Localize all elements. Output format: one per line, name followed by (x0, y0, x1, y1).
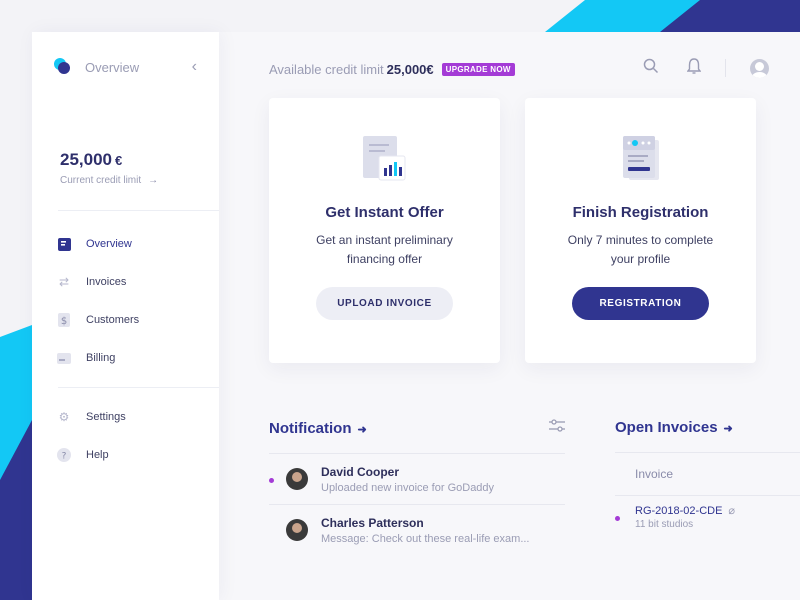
svg-text:?: ? (62, 452, 67, 462)
sidebar-item-customers[interactable]: $ Customers (32, 301, 219, 339)
svg-text:$: $ (61, 316, 67, 327)
credit-amount: 25,000 € (60, 150, 123, 169)
list-item[interactable]: David Cooper Uploaded new invoice for Go… (269, 454, 565, 505)
user-avatar[interactable] (750, 58, 769, 78)
help-icon: ? (57, 448, 71, 462)
sidebar-item-overview[interactable]: Overview (32, 225, 219, 263)
divider (725, 59, 726, 77)
invoice-id: RG-2018-02-CDE (635, 505, 723, 517)
unread-dot (615, 516, 620, 521)
main-nav: Overview ⇄ Invoices $ Customers Billing (32, 225, 219, 474)
sidebar-item-billing[interactable]: Billing (32, 339, 219, 377)
invoice-chart-icon (361, 136, 409, 184)
document-icon (57, 237, 71, 251)
invoice-column-header[interactable]: Invoice (615, 452, 800, 496)
sender-name: Charles Patterson (321, 515, 424, 530)
app-window: Overview ‹ 25,000 € Current credit limit →… (32, 32, 800, 600)
sender-name: David Cooper (321, 464, 400, 479)
open-invoices-section: Open Invoices ➜ Invoice RG-2018-02-CDE ⌀ 1… (615, 419, 800, 538)
sidebar-item-settings[interactable]: ⚙ Settings (32, 398, 219, 436)
notification-section: Notification ➜ David Cooper Uploaded new … (269, 419, 565, 555)
sidebar: Overview ‹ 25,000 € Current credit limit →… (32, 32, 219, 600)
arrow-right-icon: ➜ (723, 423, 733, 435)
card-text: Only 7 minutes to complete your profile (567, 233, 714, 266)
upgrade-badge[interactable]: UPGRADE NOW (441, 62, 515, 76)
logo-icon (54, 58, 72, 76)
notification-message: Message: Check out these real-life exam.… (321, 532, 530, 545)
table-row[interactable]: RG-2018-02-CDE ⌀ 11 bit studios (615, 496, 800, 538)
nav-divider (58, 387, 219, 388)
notification-title[interactable]: Notification ➜ (269, 420, 367, 437)
credit-limit-summary: 25,000 € Current credit limit → (58, 102, 219, 211)
unread-dot (269, 478, 274, 483)
avatar (286, 468, 308, 490)
sidebar-header: Overview ‹ (32, 32, 219, 102)
profile-form-icon (617, 136, 665, 184)
arrow-right-icon: ➜ (357, 424, 367, 436)
registration-button[interactable]: REGISTRATION (572, 287, 709, 320)
gear-icon: ⚙ (58, 410, 70, 424)
collapse-chevron-icon[interactable]: ‹ (192, 58, 197, 76)
credit-limit-link[interactable]: Current credit limit → (60, 175, 191, 186)
top-actions (615, 58, 769, 78)
sidebar-item-invoices[interactable]: ⇄ Invoices (32, 263, 219, 301)
finish-registration-card: Finish Registration Only 7 minutes to co… (525, 98, 756, 363)
swap-arrows-icon: ⇄ (58, 275, 70, 289)
list-item[interactable]: Charles Patterson Message: Check out the… (269, 505, 565, 555)
arrow-right-icon: → (148, 175, 159, 186)
invoice-company: 11 bit studios (635, 519, 694, 530)
card-icon (57, 351, 71, 365)
search-icon[interactable] (643, 58, 659, 78)
card-title: Get Instant Offer (325, 204, 444, 221)
avatar (286, 519, 308, 541)
dollar-icon: $ (57, 313, 71, 327)
sidebar-item-help[interactable]: ? Help (32, 436, 219, 474)
top-bar: Available credit limit 25,000€ UPGRADE NO… (269, 58, 769, 78)
card-title: Finish Registration (572, 204, 709, 221)
notification-list: David Cooper Uploaded new invoice for Go… (269, 453, 565, 555)
available-credit: Available credit limit 25,000€ (269, 61, 434, 77)
open-invoices-title[interactable]: Open Invoices ➜ (615, 419, 733, 436)
paperclip-icon: ⌀ (728, 505, 736, 517)
sidebar-title: Overview (85, 59, 140, 75)
upload-invoice-button[interactable]: UPLOAD INVOICE (316, 287, 453, 320)
card-text: Get an instant preliminary financing off… (316, 233, 453, 266)
notification-message: Uploaded new invoice for GoDaddy (321, 481, 495, 494)
instant-offer-card: Get Instant Offer Get an instant prelimi… (269, 98, 500, 363)
filter-sliders-icon[interactable] (549, 419, 565, 438)
bell-icon[interactable] (686, 58, 702, 78)
